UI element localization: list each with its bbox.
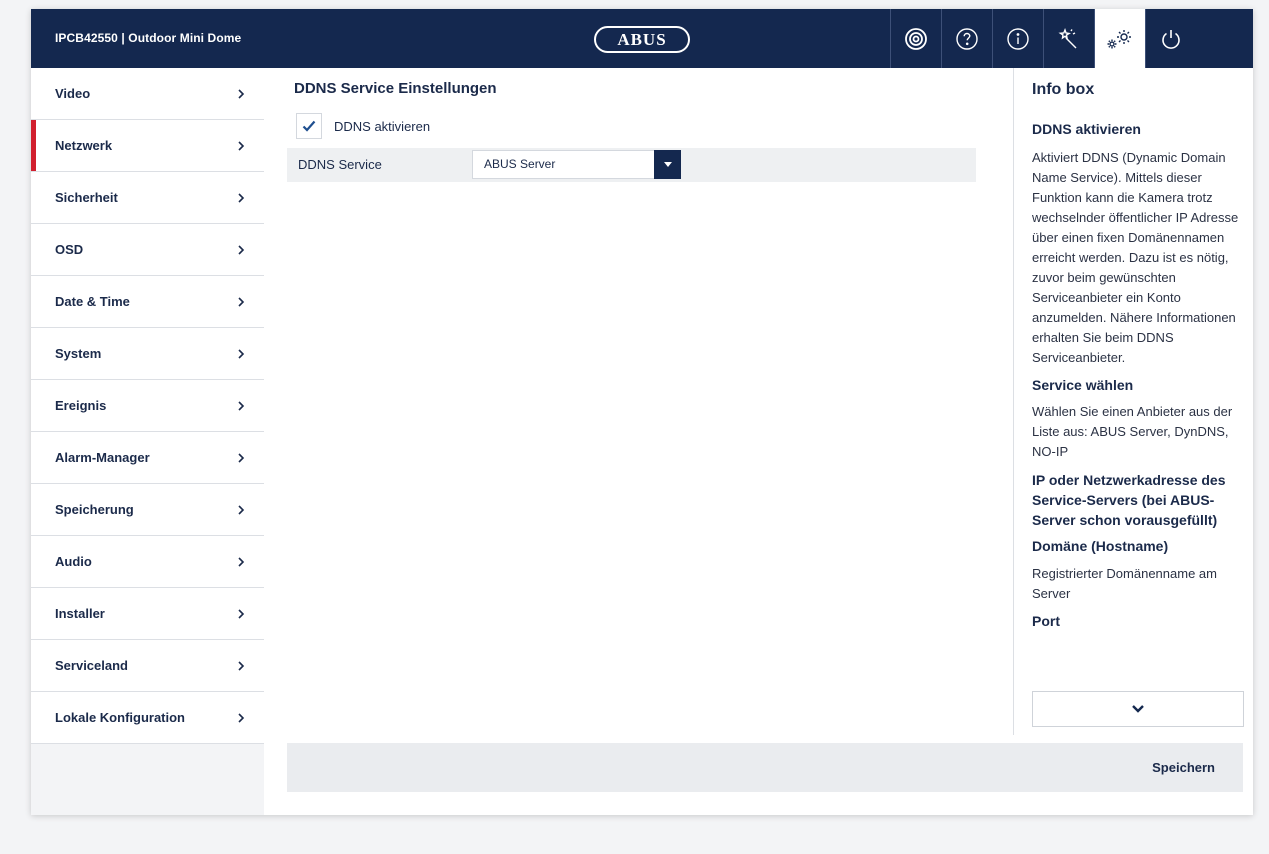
sidebar-item-label: System <box>55 346 102 361</box>
chevron-right-icon <box>238 348 245 359</box>
settings-icon <box>1107 29 1131 48</box>
info-text-domaene: Registrierter Domänenname am Server <box>1032 566 1217 601</box>
sidebar-item-label: Date & Time <box>55 294 130 309</box>
live-view-icon <box>905 27 927 50</box>
chevron-right-icon <box>238 660 245 671</box>
ddns-enable-checkbox[interactable]: DDNS aktivieren <box>296 113 430 139</box>
info-box-title: Info box <box>1032 81 1095 98</box>
footer-bar: Speichern <box>287 743 1243 792</box>
sidebar-nav: Video Netzwerk Sicherheit OSD Date & Tim… <box>31 68 264 815</box>
chevron-right-icon <box>238 712 245 723</box>
sidebar-item-system[interactable]: System <box>31 328 264 380</box>
info-button[interactable] <box>992 9 1043 68</box>
power-icon <box>1162 29 1180 49</box>
chevron-right-icon <box>238 452 245 463</box>
power-button[interactable] <box>1145 9 1196 68</box>
sidebar-item-label: Installer <box>55 606 105 621</box>
help-icon <box>956 27 978 50</box>
select-dropdown-button[interactable] <box>654 150 681 179</box>
sidebar-item-label: Ereignis <box>55 398 107 413</box>
info-scroll-down-button[interactable] <box>1032 691 1244 727</box>
info-text-service-waehlen: Wählen Sie einen Anbieter aus der Liste … <box>1032 404 1233 459</box>
chevron-right-icon <box>238 88 245 99</box>
chevron-down-icon <box>1132 705 1144 713</box>
ddns-enable-label: DDNS aktivieren <box>334 118 431 134</box>
check-icon <box>302 120 316 132</box>
chevron-right-icon <box>238 400 245 411</box>
sidebar-item-netzwerk[interactable]: Netzwerk <box>31 120 264 172</box>
sidebar-item-label: Serviceland <box>55 658 128 673</box>
ddns-service-select[interactable]: ABUS Server <box>472 150 681 179</box>
app-window: IPCB42550 | Outdoor Mini Dome ABUS Video… <box>31 9 1253 815</box>
sidebar-item-date-time[interactable]: Date & Time <box>31 276 264 328</box>
sidebar-item-label: Speicherung <box>55 502 134 517</box>
sidebar-item-label: Audio <box>55 554 92 569</box>
info-heading-ip-address: IP oder Netzwerkadresse des Service-Serv… <box>1032 472 1226 528</box>
sidebar-item-label: Lokale Konfiguration <box>55 710 185 725</box>
info-heading-ddns-aktivieren: DDNS aktivieren <box>1032 121 1141 137</box>
sidebar-item-ereignis[interactable]: Ereignis <box>31 380 264 432</box>
sidebar-item-label: Alarm-Manager <box>55 450 150 465</box>
info-icon <box>1007 27 1029 50</box>
device-title: IPCB42550 | Outdoor Mini Dome <box>55 31 242 45</box>
sidebar-item-lokale-konfiguration[interactable]: Lokale Konfiguration <box>31 692 264 744</box>
sidebar-item-label: Sicherheit <box>55 190 118 205</box>
abus-logo: ABUS <box>594 26 690 53</box>
sidebar-item-installer[interactable]: Installer <box>31 588 264 640</box>
ddns-service-value: ABUS Server <box>484 157 556 171</box>
ddns-service-label: DDNS Service <box>298 157 382 172</box>
info-text-ddns-aktivieren: Aktiviert DDNS (Dynamic Domain Name Serv… <box>1032 150 1239 365</box>
help-button[interactable] <box>941 9 992 68</box>
sidebar-item-serviceland[interactable]: Serviceland <box>31 640 264 692</box>
sidebar-item-osd[interactable]: OSD <box>31 224 264 276</box>
sidebar-item-sicherheit[interactable]: Sicherheit <box>31 172 264 224</box>
sidebar-item-label: Netzwerk <box>55 138 113 153</box>
chevron-right-icon <box>238 608 245 619</box>
page-title: DDNS Service Einstellungen <box>294 80 497 97</box>
sidebar-item-video[interactable]: Video <box>31 68 264 120</box>
info-box: Info box DDNS aktivieren Aktiviert DDNS … <box>1013 68 1253 735</box>
sidebar-item-speicherung[interactable]: Speicherung <box>31 484 264 536</box>
sidebar-item-alarm-manager[interactable]: Alarm-Manager <box>31 432 264 484</box>
checkbox-box[interactable] <box>296 113 322 139</box>
chevron-right-icon <box>238 504 245 515</box>
info-heading-port: Port <box>1032 613 1060 629</box>
chevron-right-icon <box>238 296 245 307</box>
sidebar-item-audio[interactable]: Audio <box>31 536 264 588</box>
top-bar: IPCB42550 | Outdoor Mini Dome ABUS <box>31 9 1253 68</box>
settings-button[interactable] <box>1094 9 1145 68</box>
caret-down-icon <box>663 162 672 167</box>
toolbar-icons <box>890 9 1196 68</box>
chevron-right-icon <box>238 192 245 203</box>
logo-text: ABUS <box>617 29 667 49</box>
wizard-icon <box>1058 27 1077 48</box>
chevron-right-icon <box>238 140 245 151</box>
sidebar-item-label: OSD <box>55 242 84 257</box>
live-view-button[interactable] <box>890 9 941 68</box>
info-heading-domaene: Domäne (Hostname) <box>1032 538 1169 554</box>
info-heading-service-waehlen: Service wählen <box>1032 377 1134 393</box>
chevron-right-icon <box>238 244 245 255</box>
chevron-right-icon <box>238 556 245 567</box>
sidebar-item-label: Video <box>55 86 91 101</box>
save-button[interactable]: Speichern <box>1144 743 1223 792</box>
wizard-button[interactable] <box>1043 9 1094 68</box>
ddns-service-row: DDNS Service ABUS Server <box>287 148 976 182</box>
